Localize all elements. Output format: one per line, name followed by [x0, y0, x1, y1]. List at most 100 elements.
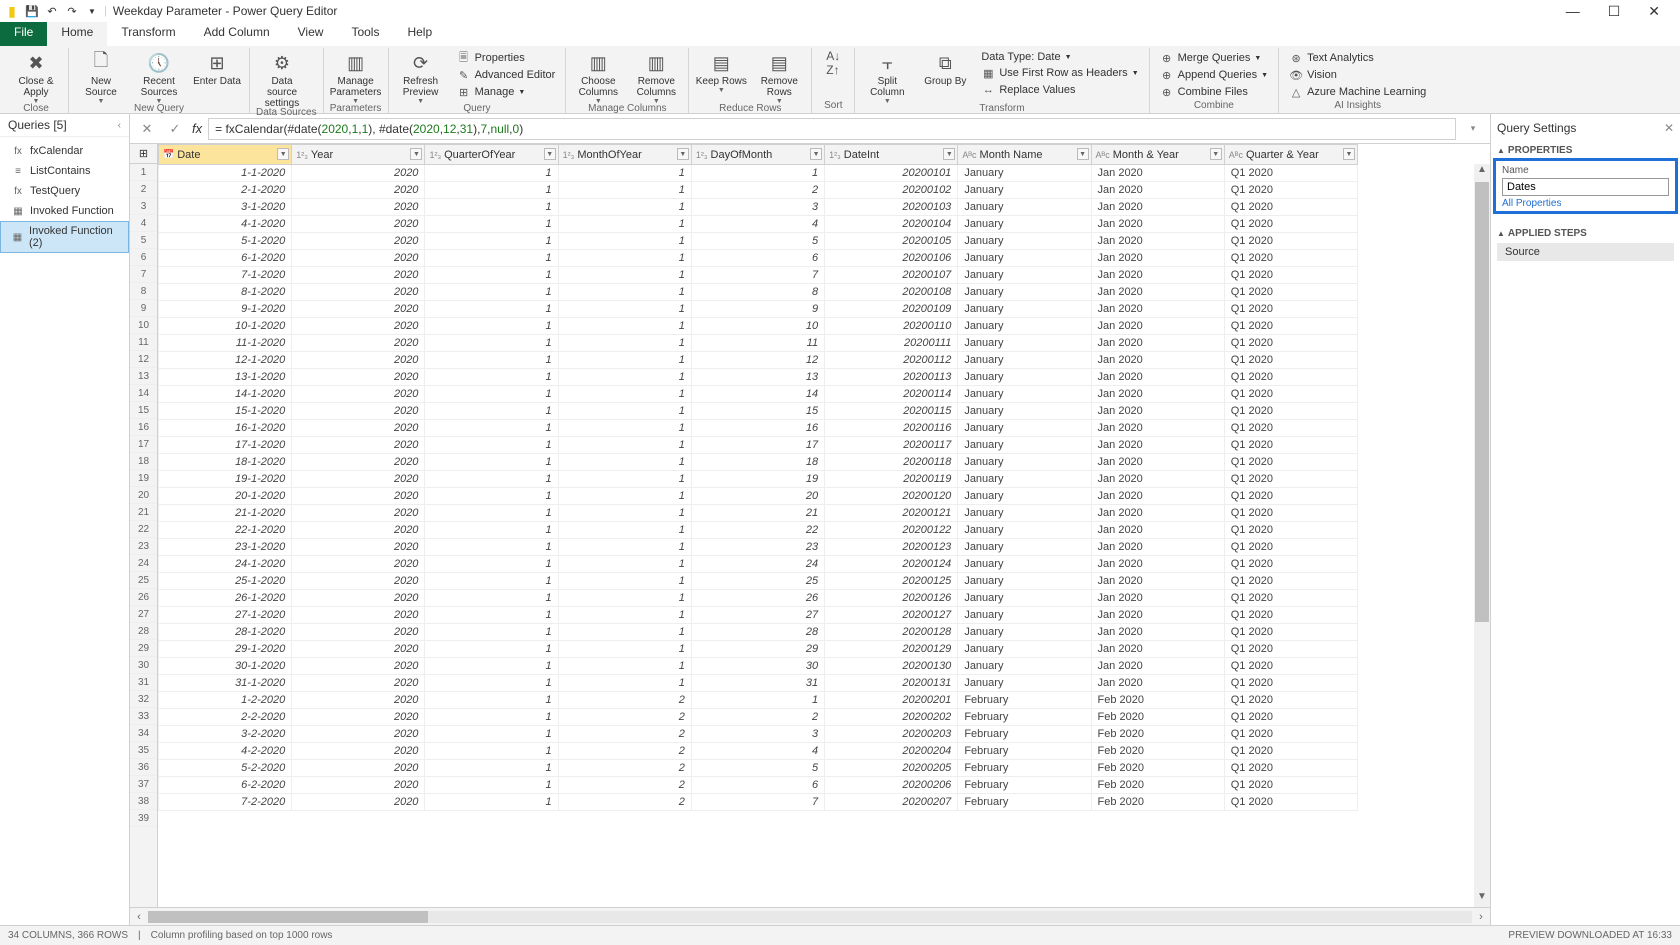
table-row[interactable]: 9-1-2020202011920200109JanuaryJan 2020Q1… [159, 301, 1358, 318]
table-cell[interactable]: Q1 2020 [1224, 386, 1357, 403]
table-cell[interactable]: 1 [425, 250, 558, 267]
table-cell[interactable]: 4 [691, 743, 824, 760]
table-cell[interactable]: January [958, 454, 1091, 471]
row-number[interactable]: 24 [130, 555, 157, 572]
table-cell[interactable]: 2020 [292, 471, 425, 488]
table-cell[interactable]: 1 [425, 284, 558, 301]
table-cell[interactable]: Feb 2020 [1091, 692, 1224, 709]
table-cell[interactable]: 2020 [292, 692, 425, 709]
table-cell[interactable]: 20200111 [825, 335, 958, 352]
query-item[interactable]: ▦Invoked Function [0, 201, 129, 221]
table-cell[interactable]: January [958, 250, 1091, 267]
table-cell[interactable]: 2020 [292, 539, 425, 556]
table-cell[interactable]: January [958, 352, 1091, 369]
table-cell[interactable]: 2020 [292, 301, 425, 318]
table-cell[interactable]: 4 [691, 216, 824, 233]
applied-steps-header[interactable]: ▲APPLIED STEPS [1497, 224, 1674, 241]
table-cell[interactable]: 1 [558, 607, 691, 624]
table-cell[interactable]: Q1 2020 [1224, 267, 1357, 284]
table-cell[interactable]: 1 [425, 539, 558, 556]
table-row[interactable]: 27-1-20202020112720200127JanuaryJan 2020… [159, 607, 1358, 624]
table-cell[interactable]: 31-1-2020 [159, 675, 292, 692]
table-row[interactable]: 16-1-20202020111620200116JanuaryJan 2020… [159, 420, 1358, 437]
table-cell[interactable]: 24 [691, 556, 824, 573]
table-row[interactable]: 22-1-20202020112220200122JanuaryJan 2020… [159, 522, 1358, 539]
table-cell[interactable]: 29 [691, 641, 824, 658]
table-cell[interactable]: 5-2-2020 [159, 760, 292, 777]
table-cell[interactable]: 1 [425, 403, 558, 420]
close-apply-button[interactable]: ✖Close & Apply▼ [10, 48, 62, 105]
table-cell[interactable]: Q1 2020 [1224, 437, 1357, 454]
table-cell[interactable]: 1 [558, 556, 691, 573]
table-cell[interactable]: Jan 2020 [1091, 284, 1224, 301]
table-cell[interactable]: Q1 2020 [1224, 301, 1357, 318]
table-cell[interactable]: 20200130 [825, 658, 958, 675]
table-cell[interactable]: 2 [558, 760, 691, 777]
row-number[interactable]: 38 [130, 793, 157, 810]
table-cell[interactable]: 20200126 [825, 590, 958, 607]
table-cell[interactable]: 2 [558, 794, 691, 811]
table-cell[interactable]: 23-1-2020 [159, 539, 292, 556]
table-cell[interactable]: 2020 [292, 250, 425, 267]
table-row[interactable]: 21-1-20202020112120200121JanuaryJan 2020… [159, 505, 1358, 522]
table-cell[interactable]: Q1 2020 [1224, 709, 1357, 726]
row-number[interactable]: 10 [130, 317, 157, 334]
table-cell[interactable]: 2020 [292, 318, 425, 335]
table-cell[interactable]: 1 [425, 692, 558, 709]
column-header[interactable]: 1²₃Year▼ [292, 145, 425, 165]
type-icon[interactable]: 1²₃ [296, 150, 308, 160]
table-cell[interactable]: Feb 2020 [1091, 726, 1224, 743]
fx-icon[interactable]: fx [192, 121, 202, 136]
formula-input[interactable]: = fxCalendar(#date(2020, 1, 1), #date(20… [208, 118, 1456, 140]
row-number[interactable]: 12 [130, 351, 157, 368]
table-cell[interactable]: Jan 2020 [1091, 199, 1224, 216]
enter-data-button[interactable]: ⊞Enter Data [191, 48, 243, 87]
table-cell[interactable]: 1 [558, 505, 691, 522]
table-cell[interactable]: 1 [425, 437, 558, 454]
table-cell[interactable]: 20200131 [825, 675, 958, 692]
type-icon[interactable]: Aᴮc [962, 150, 976, 160]
combine-files-button[interactable]: ⊕Combine Files [1156, 84, 1272, 100]
table-cell[interactable]: 20200120 [825, 488, 958, 505]
table-cell[interactable]: Q1 2020 [1224, 352, 1357, 369]
table-cell[interactable]: 26 [691, 590, 824, 607]
table-cell[interactable]: 27 [691, 607, 824, 624]
table-row[interactable]: 10-1-20202020111020200110JanuaryJan 2020… [159, 318, 1358, 335]
table-cell[interactable]: 5-1-2020 [159, 233, 292, 250]
table-cell[interactable]: Q1 2020 [1224, 182, 1357, 199]
filter-dropdown-icon[interactable]: ▼ [277, 148, 289, 160]
row-number[interactable]: 1 [130, 164, 157, 181]
table-cell[interactable]: 2020 [292, 675, 425, 692]
table-cell[interactable]: 20200117 [825, 437, 958, 454]
table-cell[interactable]: 20200118 [825, 454, 958, 471]
table-cell[interactable]: 2020 [292, 216, 425, 233]
table-cell[interactable]: 2020 [292, 641, 425, 658]
table-cell[interactable]: 8-1-2020 [159, 284, 292, 301]
table-cell[interactable]: 1 [558, 675, 691, 692]
table-row[interactable]: 13-1-20202020111320200113JanuaryJan 2020… [159, 369, 1358, 386]
table-cell[interactable]: 1 [558, 284, 691, 301]
table-cell[interactable]: Jan 2020 [1091, 182, 1224, 199]
table-cell[interactable]: 1 [425, 454, 558, 471]
table-cell[interactable]: January [958, 437, 1091, 454]
table-row[interactable]: 11-1-20202020111120200111JanuaryJan 2020… [159, 335, 1358, 352]
table-cell[interactable]: 2020 [292, 709, 425, 726]
table-cell[interactable]: 20200202 [825, 709, 958, 726]
table-cell[interactable]: Q1 2020 [1224, 454, 1357, 471]
table-cell[interactable]: Q1 2020 [1224, 794, 1357, 811]
row-number[interactable]: 15 [130, 402, 157, 419]
remove-rows-button[interactable]: ▤Remove Rows▼ [753, 48, 805, 105]
table-cell[interactable]: 2 [691, 709, 824, 726]
table-cell[interactable]: January [958, 590, 1091, 607]
row-number[interactable]: 21 [130, 504, 157, 521]
table-cell[interactable]: 12 [691, 352, 824, 369]
table-row[interactable]: 30-1-20202020113020200130JanuaryJan 2020… [159, 658, 1358, 675]
table-cell[interactable]: 1 [425, 335, 558, 352]
table-cell[interactable]: Jan 2020 [1091, 267, 1224, 284]
table-cell[interactable]: Q1 2020 [1224, 420, 1357, 437]
close-query-settings-icon[interactable]: ✕ [1664, 121, 1674, 135]
tab-transform[interactable]: Transform [107, 22, 189, 46]
remove-columns-button[interactable]: ▥Remove Columns▼ [630, 48, 682, 105]
table-cell[interactable]: 1 [425, 182, 558, 199]
table-cell[interactable]: 1 [425, 488, 558, 505]
